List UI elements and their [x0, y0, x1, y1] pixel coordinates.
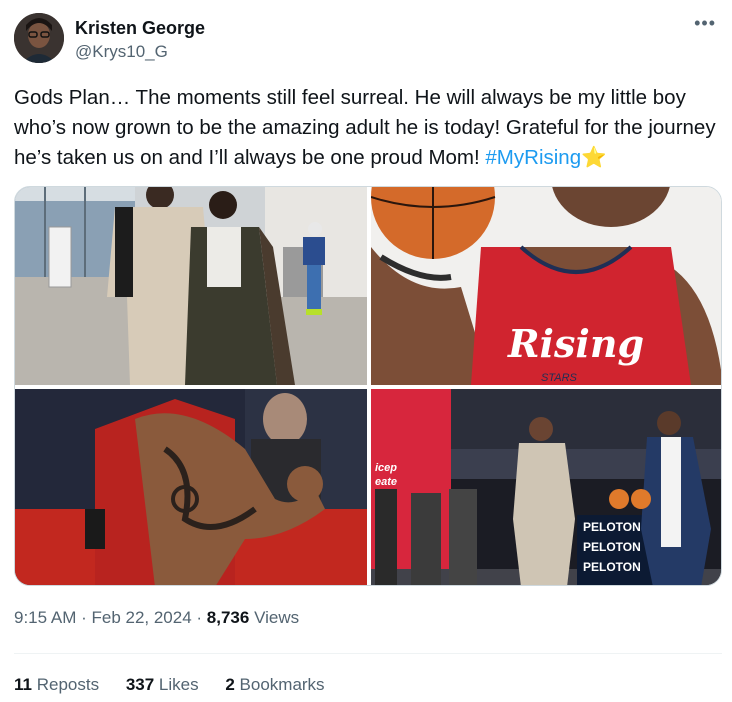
avatar[interactable]: [14, 13, 64, 63]
media-grid: Rising STARS icep eate PELOTON PELOTON P…: [14, 186, 722, 586]
more-options-icon[interactable]: •••: [694, 13, 716, 33]
reposts-count: 11: [14, 675, 32, 694]
sign-line-1: PELOTON: [583, 520, 641, 534]
photo-3[interactable]: [15, 389, 367, 585]
bookmarks-label: Bookmarks: [234, 675, 325, 694]
tweet-meta: 9:15 AM · Feb 22, 2024 · 8,736 Views: [14, 608, 299, 628]
meta-separator: ·: [76, 608, 92, 627]
divider: [14, 653, 722, 654]
photo-4[interactable]: icep eate PELOTON PELOTON PELOTON: [371, 389, 721, 585]
reposts-link[interactable]: 11 Reposts: [14, 675, 99, 694]
meta-separator: ·: [191, 608, 207, 627]
tweet-body: Gods Plan… The moments still feel surrea…: [14, 86, 716, 169]
likes-label: Likes: [154, 675, 199, 694]
engagement-stats: 11 Reposts 337 Likes 2 Bookmarks: [14, 675, 347, 695]
photo-1[interactable]: [15, 187, 367, 385]
jersey-subtext: STARS: [541, 372, 578, 384]
tweet-date[interactable]: Feb 22, 2024: [91, 608, 191, 627]
star-emoji: ⭐: [581, 146, 607, 169]
reposts-label: Reposts: [31, 675, 100, 694]
author-handle[interactable]: @Krys10_G: [75, 42, 168, 62]
likes-count: 337: [125, 675, 155, 694]
jersey-text: Rising: [507, 321, 644, 366]
bookmarks-count: 2: [225, 675, 235, 694]
tweet-header: Kristen George @Krys10_G •••: [14, 13, 718, 65]
hashtag-link[interactable]: #MyRising: [485, 146, 581, 169]
likes-link[interactable]: 337 Likes: [126, 675, 199, 694]
wall-text: icep: [375, 462, 397, 474]
views-label: Views: [249, 608, 300, 627]
tweet-text: Gods Plan… The moments still feel surrea…: [14, 83, 722, 173]
sign-line-3: PELOTON: [583, 560, 641, 574]
bookmarks-link[interactable]: 2 Bookmarks: [225, 675, 324, 694]
wall-text-2: eate: [375, 476, 397, 488]
author-name[interactable]: Kristen George: [75, 18, 205, 39]
sign-line-2: PELOTON: [583, 540, 641, 554]
photo-2[interactable]: Rising STARS: [371, 187, 721, 385]
tweet-time[interactable]: 9:15 AM: [14, 608, 76, 627]
views-count: 8,736: [206, 608, 250, 627]
